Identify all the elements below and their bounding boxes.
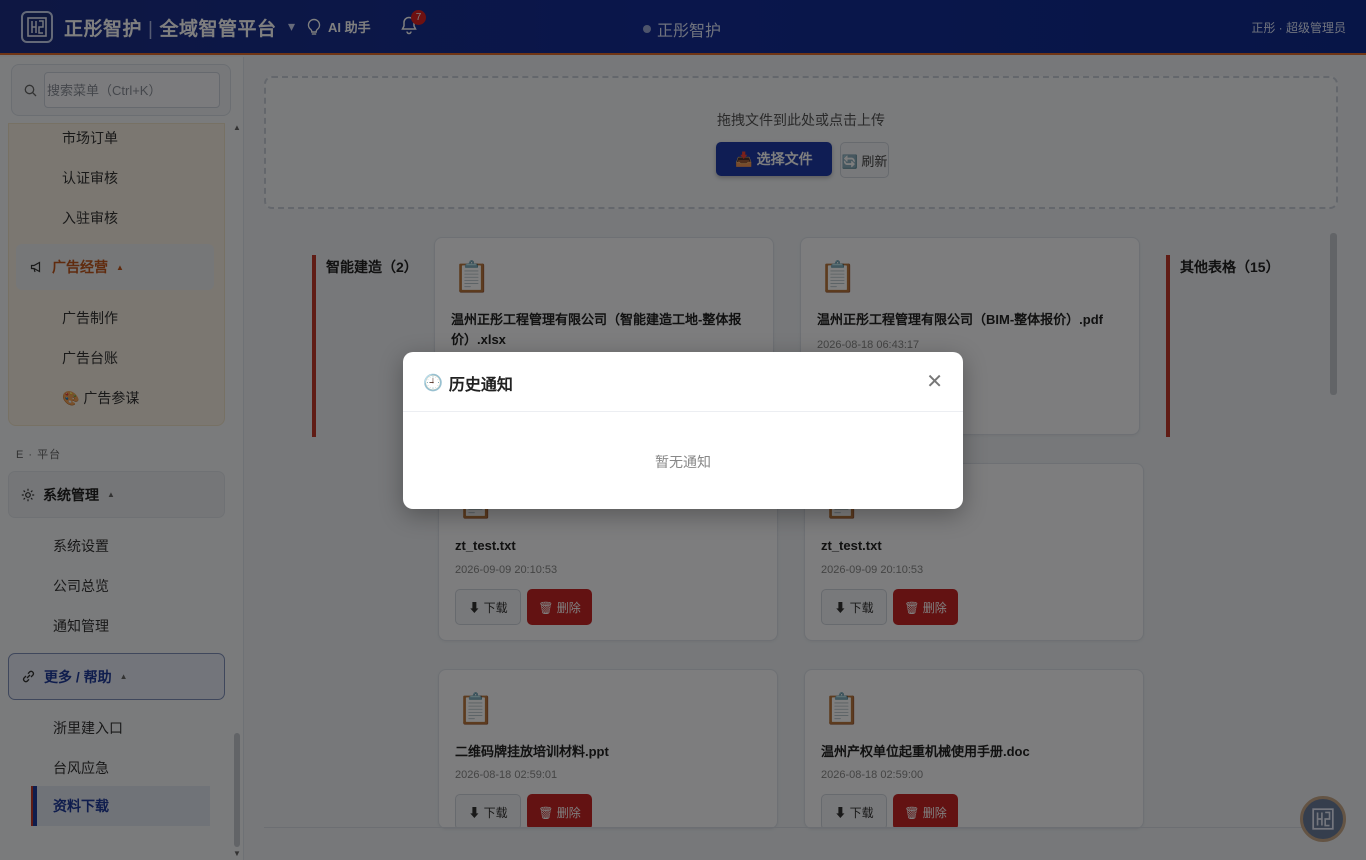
modal-header: 🕘 历史通知 ✕ [403,352,963,412]
modal-title: 🕘 历史通知 [423,371,513,395]
close-icon[interactable]: ✕ [926,369,943,393]
clock-icon: 🕘 [423,375,443,392]
modal-title-text: 历史通知 [448,377,513,394]
history-notice-modal: 🕘 历史通知 ✕ 暂无通知 [403,352,963,509]
empty-state-text: 暂无通知 [655,454,711,470]
